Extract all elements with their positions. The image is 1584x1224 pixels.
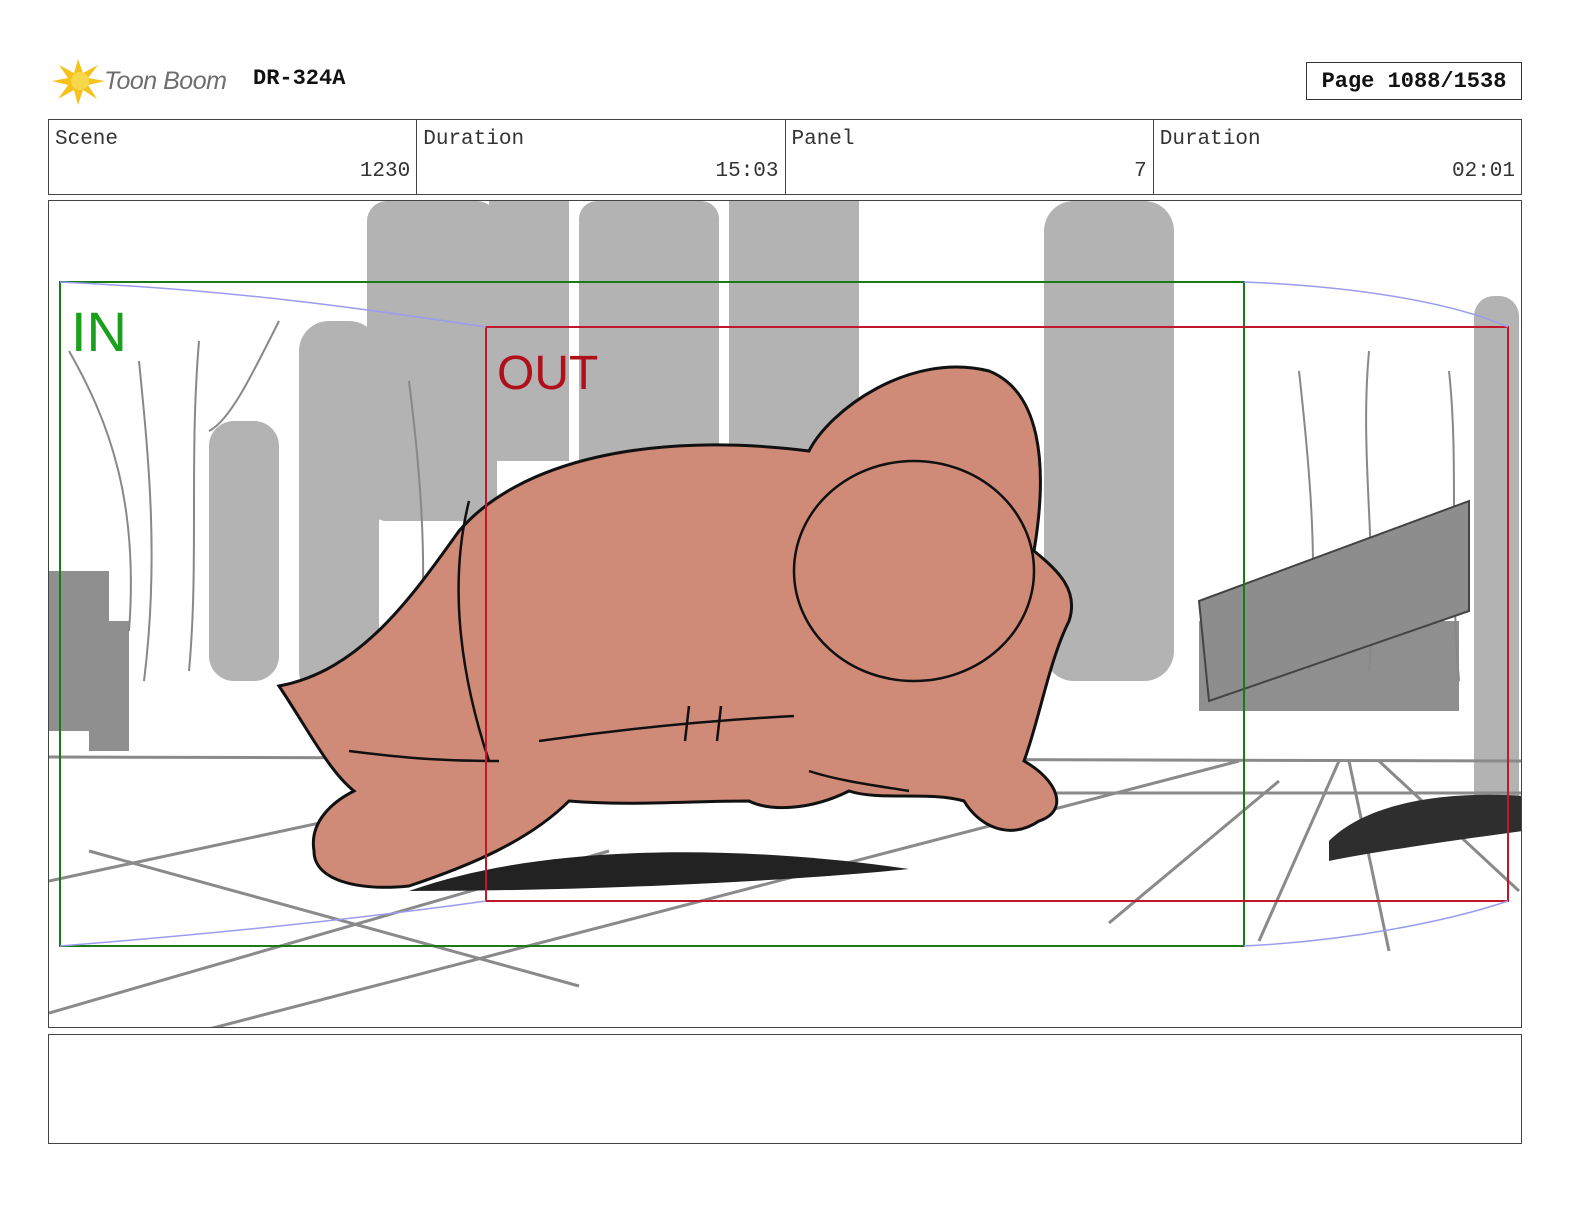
panel-notes[interactable]: [48, 1034, 1522, 1144]
in-frame-label: IN: [71, 300, 127, 363]
scene-duration-cell: Duration 15:03: [417, 120, 786, 194]
panel-duration-cell: Duration 02:01: [1154, 120, 1521, 194]
scene-label: Scene: [55, 128, 119, 151]
panel-duration-value: 02:01: [1451, 160, 1515, 183]
page-indicator: Page 1088/1538: [1306, 62, 1522, 100]
panel-value: 7: [1134, 160, 1147, 183]
panel-info-table: Scene 1230 Duration 15:03 Panel 7 Durati…: [48, 119, 1522, 195]
scene-duration-label: Duration: [423, 128, 525, 151]
storyboard-panel: IN OUT: [48, 200, 1522, 1028]
production-code: DR-324A: [253, 66, 346, 91]
panel-label: Panel: [791, 128, 855, 151]
toon-boom-logo: Toon Boom: [50, 55, 240, 107]
panel-duration-label: Duration: [1159, 128, 1261, 151]
panel-cell: Panel 7: [786, 120, 1154, 194]
panel-sketch: IN OUT: [49, 201, 1521, 1027]
scene-value: 1230: [359, 160, 411, 183]
scene-cell: Scene 1230: [49, 120, 418, 194]
scene-duration-value: 15:03: [715, 160, 779, 183]
logo-text: Toon Boom: [104, 67, 227, 95]
out-frame-label: OUT: [497, 347, 598, 400]
starburst-icon: [52, 59, 105, 105]
